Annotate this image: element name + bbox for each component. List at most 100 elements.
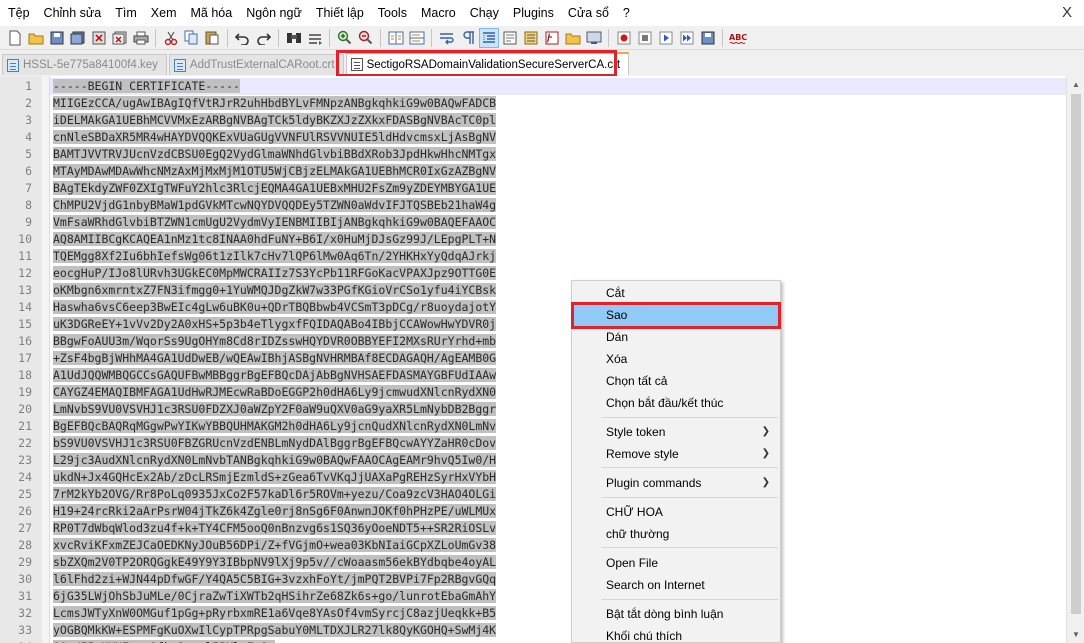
code-line[interactable]: l6lFhd2zi+WJN44pDfwGF/Y4QA5C5BIG+3vzxhFo… [53,571,497,588]
show-all-characters-icon[interactable] [459,29,477,47]
zoom-out-icon[interactable] [357,29,375,47]
menu-tools[interactable]: Tools [372,0,415,26]
code-line[interactable]: sbZXQm2V0TP2ORQGgkE49Y9Y3IBbpNV9lXj9p5v/… [53,554,497,571]
tab-hssl-key[interactable]: HSSL-5e775a84100f4.key [2,54,167,75]
indent-guide-icon[interactable] [478,27,499,48]
sync-horizontal-icon[interactable] [408,29,426,47]
playback-macro-icon[interactable] [657,29,675,47]
code-line[interactable]: H19+24rcRki2aArPsrW04jTkZ6k4Zgle0rj8nSg6… [53,503,497,520]
code-line[interactable]: -----BEGIN CERTIFICATE----- [53,78,240,95]
code-line[interactable]: cnNleSBDaXR5MR4wHAYDVQQKExVUaGUgVVNFUlRS… [53,129,497,146]
menu-item-plugin-commands[interactable]: Plugin commands ❯ [574,472,780,494]
code-line[interactable]: ChMPU2VjdG1nbyBMaW1pdGVkMTcwNQYDVQQDEy5T… [53,197,497,214]
replace-icon[interactable] [306,29,324,47]
stop-recording-icon[interactable] [636,29,654,47]
code-line[interactable]: VmFsaWRhdGlvbiBTZWN1cmUgU2VydmVyIENBMIIB… [53,214,497,231]
run-macro-multiple-icon[interactable] [678,29,696,47]
editor-area[interactable]: 1 2 3 4 5 6 7 8 9 10 11 12 13 14 15 16 17 18 19 20 21 22 23 24 2… [0,76,1084,643]
code-line[interactable]: Haswha6vsC6eep3BwEIc4gLw6uBK0u+QDrTBQBbw… [53,299,497,316]
sync-vertical-icon[interactable] [387,29,405,47]
code-line[interactable]: oKMbgn6xmrntxZ7FN3ifmgg0+1YuWMQJDgZkW7w3… [53,282,497,299]
menu-item-search-on-internet[interactable]: Search on Internet [574,574,780,596]
spell-check-icon[interactable]: ABC [729,29,747,47]
menu-item-begin-end-select[interactable]: Chọn bắt đầu/kết thúc [574,392,780,414]
code-line[interactable]: RP0T7dWbqWlod3zu4f+k+TY4CFM5ooQ0nBnzvg6s… [53,520,497,537]
zoom-in-icon[interactable] [336,29,354,47]
tab-addtrust-crt[interactable]: AddTrustExternalCARoot.crt [168,54,344,75]
code-line[interactable]: L29jc3AudXNlcnRydXN0LmNvbTANBgkqhkiG9w0B… [53,452,497,469]
code-line[interactable]: A1UdJQQWMBQGCCsGAQUFBwMBBggrBgEFBQcDAjAb… [53,367,497,384]
close-all-icon[interactable] [111,29,129,47]
menu-item-block-comment[interactable]: Khối chú thích [574,625,780,642]
print-icon[interactable] [132,29,150,47]
scroll-up-icon[interactable]: ▲ [1067,76,1084,93]
code-line[interactable]: bS9VU0VSVHJ1c3RSU0FBZGRUcnVzdENBLmNydDAl… [53,435,497,452]
menu-window[interactable]: Cửa sổ [562,0,617,26]
menu-plugins[interactable]: Plugins [507,0,562,26]
menu-help[interactable]: ? [617,0,638,26]
menu-item-delete[interactable]: Xóa [574,348,780,370]
code-line[interactable]: 6jG35LWjOhSbJuMLe/0CjraZwTiXWTb2qHSihrZe… [53,588,497,605]
open-file-icon[interactable] [27,29,45,47]
menu-run[interactable]: Chạy [464,0,507,26]
document-map-icon[interactable] [522,29,540,47]
menu-edit[interactable]: Chỉnh sửa [38,0,110,26]
function-list-icon[interactable] [543,29,561,47]
monitoring-icon[interactable] [585,29,603,47]
code-line[interactable]: MIIGEzCCA/ugAwIBAgIQfVtRJrR2uhHbdBYLvFMN… [53,95,497,112]
vertical-scrollbar[interactable]: ▲ ▼ [1066,76,1084,643]
scroll-thumb[interactable] [1071,94,1081,614]
menu-item-lowercase[interactable]: chữ thường [574,523,780,545]
close-icon[interactable] [90,29,108,47]
code-line[interactable]: xvcRviKFxmZEJCaOEDKNyJOuB56DPi/Z+fVGjmO+… [53,537,497,554]
menu-item-toggle-comment[interactable]: Bật tắt dòng bình luận [574,603,780,625]
code-line[interactable]: AQ8AMIIBCgKCAQEA1nMz1tc8INAA0hdFuNY+B6I/… [53,231,497,248]
cut-icon[interactable] [162,29,180,47]
code-line[interactable]: BBgwFoAUU3m/WqorSs9UgOHYm8Cd8rIDZsswHQYD… [53,333,497,350]
record-macro-icon[interactable] [615,29,633,47]
code-line[interactable]: MTAyMDAwMDAwWhcNMzAxMjMxMjM1OTU5WjCBjzEL… [53,163,497,180]
code-line[interactable]: CAYGZ4EMAQIBMFAGA1UdHwRJMEcwRaBDoEGGP2h0… [53,384,497,401]
menu-file[interactable]: Tệp [2,0,38,26]
menu-item-remove-style[interactable]: Remove style ❯ [574,443,780,465]
code-line[interactable]: BAMTJVVTRVJUcnVzdCBSU0EgQ2VydGlmaWNhdGlv… [53,146,497,163]
redo-icon[interactable] [255,29,273,47]
new-file-icon[interactable] [6,29,24,47]
code-line[interactable]: TQEMgg8Xf2Iu6bhIefsWg06t1zIlk7cHv7lQP6lM… [53,248,497,265]
menu-search[interactable]: Tìm [109,0,145,26]
code-line[interactable]: uK3DGReEY+1vVv2Dy2A0xHS+5p3b4eTlygxfFQID… [53,316,497,333]
menu-language[interactable]: Ngôn ngữ [240,0,310,26]
word-wrap-icon[interactable] [438,29,456,47]
close-document-icon[interactable]: X [1062,4,1072,21]
menu-item-cut[interactable]: Cắt [574,282,780,304]
menu-item-select-all[interactable]: Chọn tất cả [574,370,780,392]
menu-item-copy[interactable]: Sao [574,304,780,326]
code-line[interactable]: eocgHuP/IJo8lURvh3UGkEC0MpMWCRAIIz7S3YcP… [53,265,497,282]
code-line[interactable]: yOGBQMkKW+ESPMFgKuOXwIlCypTPRpgSabuY0MLT… [53,622,497,639]
folder-workspace-icon[interactable] [564,29,582,47]
find-icon[interactable] [285,29,303,47]
save-all-icon[interactable] [69,29,87,47]
code-line[interactable]: BAgTEkdyZWF0ZXIgTWFuY2hlc3RlcjEQMA4GA1UE… [53,180,497,197]
code-line[interactable]: 00u/I5sUKUErmgQfky3xxzlIPKlaEn8= [53,639,275,643]
menu-item-paste[interactable]: Dán [574,326,780,348]
code-line[interactable]: LmNvbS9VU0VSVHJ1c3RSU0FDZXJ0aWZpY2F0aW9u… [53,401,497,418]
scroll-down-icon[interactable]: ▼ [1067,626,1084,643]
code-line[interactable]: ukdN+Jx4GQHcEx2Ab/zDcLRSmjEzmldS+zGea6Tv… [53,469,497,486]
tab-sectigo-crt[interactable]: SectigoRSADomainValidationSecureServerCA… [345,52,630,75]
paste-icon[interactable] [204,29,222,47]
save-macro-icon[interactable] [699,29,717,47]
save-icon[interactable] [48,29,66,47]
code-line[interactable]: +ZsF4bgBjWHhMA4GA1UdDwEB/wQEAwIBhjASBgNV… [53,350,497,367]
code-line[interactable]: LcmsJWTyXnW0OMGuf1pGg+pRyrbxmRE1a6Vqe8YA… [53,605,497,622]
code-line[interactable]: iDELMAkGA1UEBhMCVVMxEzARBgNVBAgTCk5ldyBK… [53,112,497,129]
menu-view[interactable]: Xem [145,0,185,26]
menu-item-open-file[interactable]: Open File [574,552,780,574]
menu-settings[interactable]: Thiết lập [310,0,372,26]
user-defined-language-icon[interactable] [501,29,519,47]
menu-macro[interactable]: Macro [415,0,464,26]
menu-item-uppercase[interactable]: CHỮ HOA [574,501,780,523]
menu-item-style-token[interactable]: Style token ❯ [574,421,780,443]
code-line[interactable]: 7rM2kYb2OVG/Rr8PoLq0935JxCo2F57kaDl6r5RO… [53,486,497,503]
undo-icon[interactable] [234,29,252,47]
